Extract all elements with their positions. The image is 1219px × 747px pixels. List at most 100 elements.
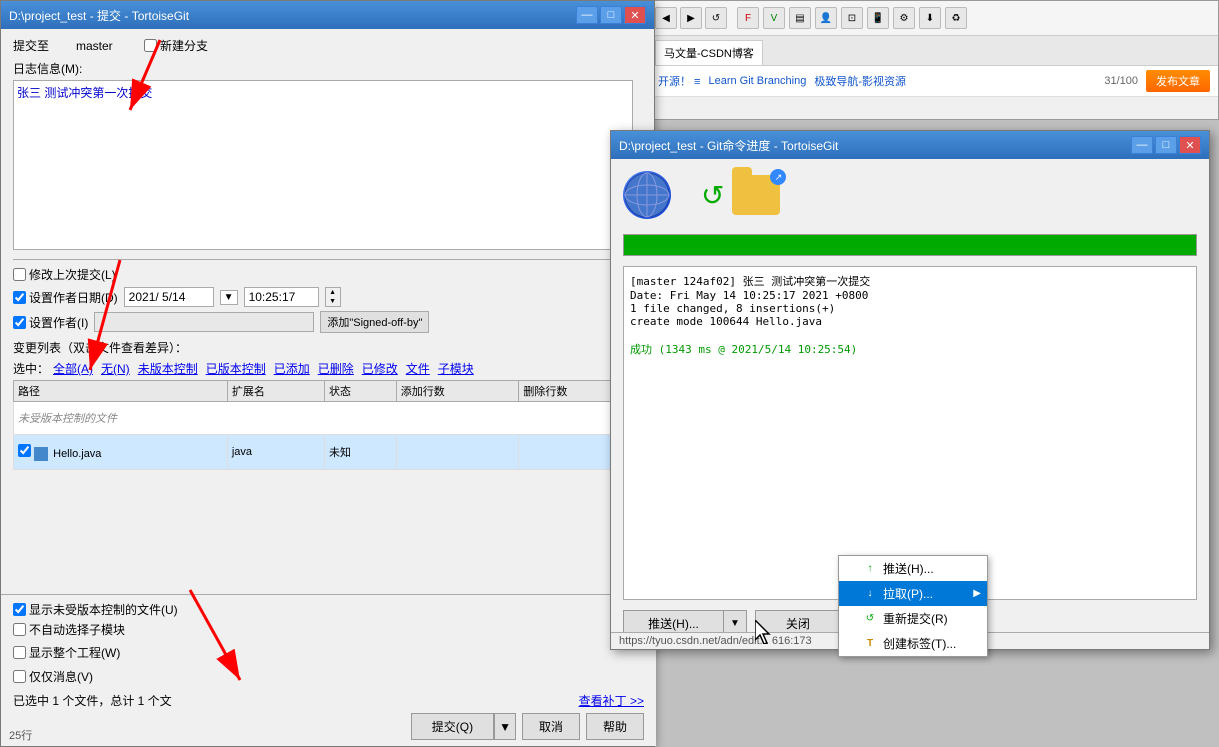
no-auto-select-checkbox-label[interactable]: 不自动选择子模块 <box>13 621 644 638</box>
set-date-checkbox[interactable] <box>13 291 26 304</box>
amend-checkbox-label[interactable]: 修改上次提交(L) <box>13 266 642 283</box>
select-added-link[interactable]: 已添加 <box>274 360 310 377</box>
set-author-label: 设置作者(I) <box>29 314 88 331</box>
recommit-icon: ↺ <box>863 612 877 626</box>
messages-only-checkbox-label[interactable]: 仅仅消息(V) <box>13 668 93 685</box>
close-btn[interactable]: ✕ <box>624 6 646 24</box>
progress-titlebar: D:\project_test - Git命令进度 - TortoiseGit … <box>611 131 1209 159</box>
toolbar-icon-3[interactable]: ▤ <box>789 7 811 29</box>
no-auto-select-checkbox[interactable] <box>13 623 26 636</box>
context-menu-push[interactable]: ↑ 推送(H)... <box>839 556 987 581</box>
context-menu-pull[interactable]: ↓ 拉取(P)... ▶ <box>839 581 987 606</box>
toolbar-icon-5[interactable]: ⊡ <box>841 7 863 29</box>
toolbar-icon-4[interactable]: 👤 <box>815 7 837 29</box>
progress-close-btn[interactable]: ✕ <box>1179 136 1201 154</box>
log-line-3: 1 file changed, 8 insertions(+) <box>630 302 1190 315</box>
time-up-btn[interactable]: ▲ <box>326 288 340 297</box>
select-deleted-link[interactable]: 已删除 <box>318 360 354 377</box>
set-date-row: 设置作者日期(D) ▼ ▲ ▼ <box>13 287 642 307</box>
context-menu: ↑ 推送(H)... ↓ 拉取(P)... ▶ ↺ 重新提交(R) T 创建标签… <box>838 555 988 657</box>
folder-section: ↺ ↗ <box>691 175 780 215</box>
context-menu-recommit[interactable]: ↺ 重新提交(R) <box>839 606 987 631</box>
toolbar-icon-9[interactable]: ♻ <box>945 7 967 29</box>
amend-label: 修改上次提交(L) <box>29 266 116 283</box>
titlebar-controls: — □ ✕ <box>576 6 646 24</box>
file-status-cell: 未知 <box>325 435 397 470</box>
help-button[interactable]: 帮助 <box>586 713 644 740</box>
select-unversioned-link[interactable]: 未版本控制 <box>138 360 198 377</box>
commit-form: 提交至 master 新建分支 日志信息(M): 张三 测试冲突第一次提交 修改… <box>1 29 654 478</box>
file-type-icon <box>34 447 48 461</box>
new-branch-checkbox[interactable] <box>144 39 157 52</box>
commit-arrow-btn[interactable]: ▼ <box>494 713 516 740</box>
globe-svg <box>623 171 671 219</box>
select-file-link[interactable]: 文件 <box>406 360 430 377</box>
date-picker-btn[interactable]: ▼ <box>220 290 238 305</box>
show-untracked-checkbox[interactable] <box>13 603 26 616</box>
commit-to-row: 提交至 master 新建分支 <box>13 37 642 54</box>
context-menu-tag[interactable]: T 创建标签(T)... <box>839 631 987 656</box>
publish-button[interactable]: 发布文章 <box>1146 70 1210 92</box>
set-date-checkbox-label[interactable]: 设置作者日期(D) <box>13 289 118 306</box>
minimize-btn[interactable]: — <box>576 6 598 24</box>
restore-btn[interactable]: □ <box>600 6 622 24</box>
log-line-blank <box>630 328 1190 341</box>
set-author-checkbox[interactable] <box>13 316 26 329</box>
commit-to-label: 提交至 <box>13 37 68 54</box>
show-untracked-checkbox-label[interactable]: 显示未受版本控制的文件(U) <box>13 601 644 618</box>
select-modified-link[interactable]: 已修改 <box>362 360 398 377</box>
select-all-link[interactable]: 全部(A) <box>53 360 93 377</box>
bookmark-open[interactable]: 开源！ ≡ <box>658 73 700 89</box>
col-path: 路径 <box>14 381 228 402</box>
file-table-header: 路径 扩展名 状态 添加行数 删除行数 <box>14 381 642 402</box>
log-line-1: [master 124af02] 张三 测试冲突第一次提交 <box>630 273 1190 289</box>
file-checkbox[interactable] <box>18 444 31 457</box>
bookmark-nav[interactable]: 极致导航-影视资源 <box>814 73 906 89</box>
progress-restore-btn[interactable]: □ <box>1155 136 1177 154</box>
date-input[interactable] <box>124 287 214 307</box>
globe-icon <box>623 171 671 219</box>
folder-badge: ↗ <box>770 169 786 185</box>
new-branch-checkbox-label[interactable]: 新建分支 <box>144 37 208 54</box>
progress-bar-fill <box>624 235 1196 255</box>
show-whole-checkbox[interactable] <box>13 646 26 659</box>
log-textarea[interactable]: 张三 测试冲突第一次提交 <box>13 80 633 250</box>
more-link[interactable]: 查看补丁 >> <box>579 692 644 709</box>
selected-status: 已选中 1 个文件，总计 1 个文 <box>13 692 172 709</box>
set-author-checkbox-label[interactable]: 设置作者(I) <box>13 314 88 331</box>
browser-forward-btn[interactable]: ▶ <box>680 7 702 29</box>
changes-section: 变更列表（双击文件查看差异）： 选中： 全部(A) 无(N) 未版本控制 已版本… <box>13 339 642 470</box>
toolbar-icon-7[interactable]: ⚙ <box>893 7 915 29</box>
amend-checkbox[interactable] <box>13 268 26 281</box>
toolbar-icon-2[interactable]: V <box>763 7 785 29</box>
commit-submit-btn[interactable]: 提交(Q) <box>411 713 494 740</box>
browser-tab-csdn[interactable]: 马文量-CSDN博客 <box>655 40 763 65</box>
tag-icon: T <box>863 637 877 651</box>
file-table: 路径 扩展名 状态 添加行数 删除行数 未受版本控制的文件 <box>13 380 642 470</box>
toolbar-icon-1[interactable]: F <box>737 7 759 29</box>
toolbar-icon-8[interactable]: ⬇ <box>919 7 941 29</box>
author-input[interactable] <box>94 312 314 332</box>
commit-window-title: D:\project_test - 提交 - TortoiseGit <box>9 7 189 24</box>
cancel-button[interactable]: 取消 <box>522 713 580 740</box>
signed-off-btn[interactable]: 添加"Signed-off-by" <box>320 311 429 333</box>
time-down-btn[interactable]: ▼ <box>326 297 340 306</box>
browser-window: ◀ ▶ ↺ F V ▤ 👤 ⊡ 📱 ⚙ ⬇ ♻ 马文量-CSDN博客 开源！ ≡… <box>649 0 1219 120</box>
browser-back-btn[interactable]: ◀ <box>655 7 677 29</box>
bookmarks-bar: 开源！ ≡ Learn Git Branching 极致导航-影视资源 31/1… <box>650 66 1218 97</box>
progress-icons-row: ↺ ↗ <box>623 171 1197 219</box>
toolbar-icon-6[interactable]: 📱 <box>867 7 889 29</box>
bookmark-learn-git[interactable]: Learn Git Branching <box>708 75 806 87</box>
messages-only-checkbox[interactable] <box>13 670 26 683</box>
select-versioned-link[interactable]: 已版本控制 <box>206 360 266 377</box>
file-name: Hello.java <box>53 448 101 460</box>
select-submodule-link[interactable]: 子模块 <box>438 360 474 377</box>
select-none-link[interactable]: 无(N) <box>101 360 130 377</box>
progress-minimize-btn[interactable]: — <box>1131 136 1153 154</box>
progress-window-title: D:\project_test - Git命令进度 - TortoiseGit <box>619 137 838 154</box>
commit-btn-group: 提交(Q) ▼ <box>411 713 516 740</box>
time-input[interactable] <box>244 287 319 307</box>
table-row[interactable]: Hello.java java 未知 <box>14 435 642 470</box>
show-whole-checkbox-label[interactable]: 显示整个工程(W) <box>13 644 120 661</box>
browser-refresh-btn[interactable]: ↺ <box>705 7 727 29</box>
